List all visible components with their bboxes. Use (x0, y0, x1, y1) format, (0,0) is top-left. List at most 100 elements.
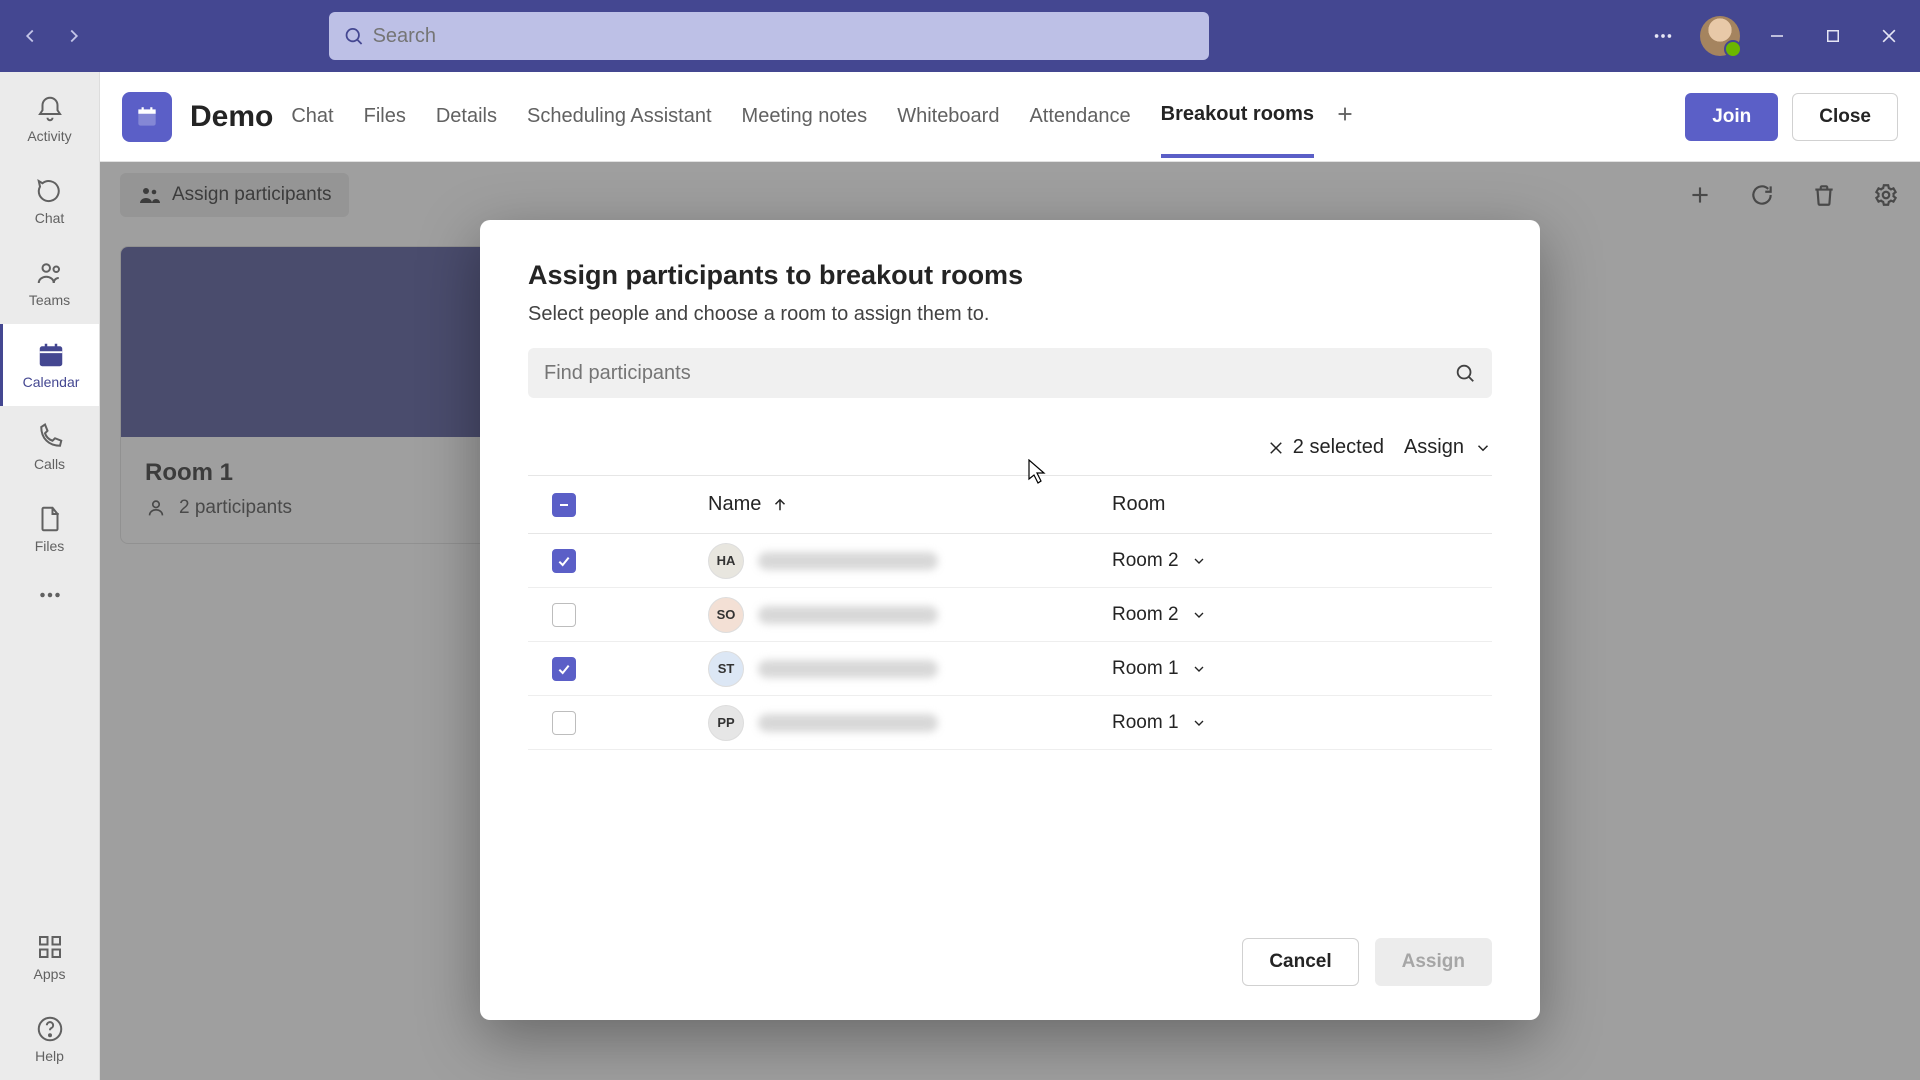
assign-dropdown[interactable]: Assign (1404, 436, 1492, 459)
col-name-header[interactable]: Name (648, 493, 1112, 516)
row-checkbox[interactable] (552, 549, 576, 573)
rail-teams[interactable]: Teams (0, 242, 99, 324)
room-select[interactable]: Room 1 (1112, 658, 1492, 680)
selected-count-label: 2 selected (1293, 436, 1384, 459)
tab-details[interactable]: Details (436, 77, 497, 156)
history-nav (12, 18, 92, 54)
participant-avatar: ST (708, 651, 744, 687)
rail-label: Files (35, 538, 65, 554)
room-value: Room 1 (1112, 712, 1179, 734)
rail-more[interactable] (0, 570, 99, 620)
rail-label: Calls (34, 456, 65, 472)
row-checkbox[interactable] (552, 657, 576, 681)
rail-files[interactable]: Files (0, 488, 99, 570)
tab-meeting-notes[interactable]: Meeting notes (742, 77, 868, 156)
profile-avatar[interactable] (1700, 16, 1740, 56)
meeting-tab-bar: Demo Chat Files Details Scheduling Assistan… (100, 72, 1920, 162)
sort-asc-icon (771, 496, 789, 514)
participant-name (758, 660, 938, 678)
find-participants-input[interactable] (544, 362, 1454, 385)
calendar-chip-icon (122, 92, 172, 142)
select-all-checkbox[interactable] (552, 493, 576, 517)
rail-label: Apps (34, 966, 66, 982)
assign-dd-label: Assign (1404, 436, 1464, 459)
selection-summary-row: 2 selected Assign (528, 420, 1492, 476)
participant-avatar: HA (708, 543, 744, 579)
room-select[interactable]: Room 2 (1112, 604, 1492, 626)
col-room-header[interactable]: Room (1112, 493, 1492, 516)
rail-calendar[interactable]: Calendar (0, 324, 99, 406)
search-icon (1454, 362, 1476, 384)
rail-activity[interactable]: Activity (0, 78, 99, 160)
table-header: Name Room (528, 476, 1492, 534)
rail-label: Teams (29, 292, 70, 308)
participant-name (758, 606, 938, 624)
cancel-button[interactable]: Cancel (1242, 938, 1358, 986)
add-tab-button[interactable] (1334, 103, 1356, 131)
rail-help[interactable]: Help (0, 998, 99, 1080)
tab-scheduling-assistant[interactable]: Scheduling Assistant (527, 77, 712, 156)
close-label: Close (1819, 106, 1871, 128)
rail-label: Activity (27, 128, 71, 144)
table-row: ST Room 1 (528, 642, 1492, 696)
modal-subtitle: Select people and choose a room to assig… (528, 303, 1492, 326)
back-button[interactable] (12, 18, 48, 54)
search-input[interactable] (373, 25, 1196, 48)
room-value: Room 2 (1112, 550, 1179, 572)
rail-label: Calendar (23, 374, 80, 390)
close-meeting-button[interactable]: Close (1792, 93, 1898, 141)
search-icon (343, 25, 364, 47)
meeting-tabs: Chat Files Details Scheduling Assistant Meet… (291, 75, 1314, 158)
modal-title: Assign participants to breakout rooms (528, 260, 1492, 291)
tab-chat[interactable]: Chat (291, 77, 333, 156)
rail-chat[interactable]: Chat (0, 160, 99, 242)
tab-attendance[interactable]: Attendance (1029, 77, 1130, 156)
tab-breakout-rooms[interactable]: Breakout rooms (1161, 75, 1314, 158)
title-bar (0, 0, 1920, 72)
maximize-button[interactable] (1814, 17, 1852, 55)
chevron-down-icon (1474, 439, 1492, 457)
participants-table: Name Room HA Room 2 SO Room 2 ST Room 1 PP Room… (528, 476, 1492, 750)
participant-avatar: PP (708, 705, 744, 741)
row-checkbox[interactable] (552, 603, 576, 627)
minimize-button[interactable] (1758, 17, 1796, 55)
participant-name (758, 714, 938, 732)
clear-selection-button[interactable]: 2 selected (1267, 436, 1384, 459)
more-options-button[interactable] (1644, 17, 1682, 55)
chevron-down-icon (1191, 607, 1207, 623)
search-box[interactable] (329, 12, 1209, 60)
rail-label: Chat (35, 210, 65, 226)
meeting-title: Demo (190, 100, 273, 134)
room-value: Room 2 (1112, 604, 1179, 626)
chevron-down-icon (1191, 661, 1207, 677)
room-select[interactable]: Room 2 (1112, 550, 1492, 572)
tab-whiteboard[interactable]: Whiteboard (897, 77, 999, 156)
table-row: HA Room 2 (528, 534, 1492, 588)
tab-files[interactable]: Files (364, 77, 406, 156)
rail-calls[interactable]: Calls (0, 406, 99, 488)
room-select[interactable]: Room 1 (1112, 712, 1492, 734)
rail-apps[interactable]: Apps (0, 916, 99, 998)
participant-name (758, 552, 938, 570)
chevron-down-icon (1191, 715, 1207, 731)
join-button[interactable]: Join (1685, 93, 1778, 141)
forward-button[interactable] (56, 18, 92, 54)
col-name-label: Name (708, 493, 761, 516)
close-window-button[interactable] (1870, 17, 1908, 55)
table-row: SO Room 2 (528, 588, 1492, 642)
modal-footer: Cancel Assign (528, 908, 1492, 986)
participant-avatar: SO (708, 597, 744, 633)
table-row: PP Room 1 (528, 696, 1492, 750)
find-participants-field[interactable] (528, 348, 1492, 398)
cancel-label: Cancel (1269, 951, 1331, 973)
search-container (329, 12, 1209, 60)
assign-button[interactable]: Assign (1375, 938, 1492, 986)
chevron-down-icon (1191, 553, 1207, 569)
modal-overlay: Assign participants to breakout rooms Se… (100, 162, 1920, 1080)
assign-participants-modal: Assign participants to breakout rooms Se… (480, 220, 1540, 1020)
row-checkbox[interactable] (552, 711, 576, 735)
x-icon (1267, 439, 1285, 457)
app-rail: Activity Chat Teams Calendar Calls Files… (0, 72, 100, 1080)
room-value: Room 1 (1112, 658, 1179, 680)
assign-label: Assign (1402, 951, 1465, 973)
